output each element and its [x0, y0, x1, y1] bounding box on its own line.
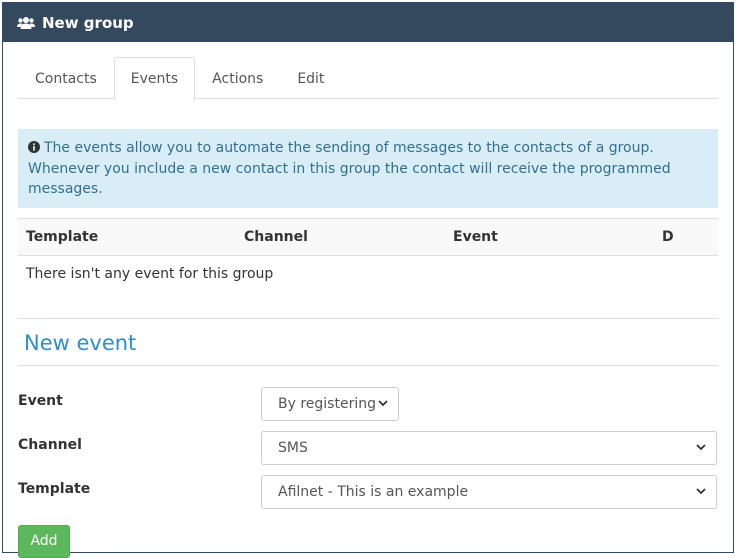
panel-title: New group [42, 13, 134, 32]
column-channel: Channel [236, 218, 445, 256]
new-event-heading: New event [18, 317, 718, 366]
column-event: Event [445, 218, 654, 256]
users-icon [17, 16, 35, 30]
template-row: Template Afilnet - This is an example [18, 474, 718, 519]
event-select-value: By registering [278, 395, 376, 412]
tab-edit[interactable]: Edit [280, 57, 341, 99]
template-select-value: Afilnet - This is an example [278, 483, 469, 500]
new-group-panel: New group Contacts Events Actions Edit T… [2, 2, 734, 558]
template-select[interactable]: Afilnet - This is an example [261, 474, 717, 509]
channel-select[interactable]: SMS [261, 430, 717, 465]
channel-row: Channel SMS [18, 430, 718, 475]
new-event-form: Event By registering Channel SMS Templat… [18, 386, 718, 558]
empty-table-message: There isn't any event for this group [26, 265, 274, 282]
chevron-down-icon [696, 488, 706, 495]
event-select[interactable]: By registering [261, 386, 399, 421]
column-template: Template [18, 218, 236, 256]
chevron-down-icon [696, 444, 706, 451]
event-row: Event By registering [18, 386, 718, 431]
tab-bar: Contacts Events Actions Edit [18, 57, 718, 100]
event-label: Event [18, 392, 63, 409]
template-label: Template [18, 480, 91, 497]
table-header-row: Template Channel Event D [18, 218, 718, 256]
info-circle-icon [28, 139, 40, 159]
events-table: Template Channel Event D There isn't any… [18, 218, 718, 292]
column-d: D [654, 218, 718, 256]
table-row: There isn't any event for this group [18, 256, 718, 292]
channel-select-value: SMS [278, 439, 308, 456]
panel-header: New group [3, 3, 733, 42]
chevron-down-icon [378, 400, 388, 407]
tab-contacts[interactable]: Contacts [18, 57, 114, 99]
add-event-button[interactable]: Add [18, 524, 70, 558]
info-text: The events allow you to automate the sen… [28, 140, 671, 197]
tab-events[interactable]: Events [113, 57, 196, 100]
tab-actions[interactable]: Actions [195, 57, 280, 99]
channel-label: Channel [18, 436, 82, 453]
events-info-alert: The events allow you to automate the sen… [18, 129, 718, 208]
